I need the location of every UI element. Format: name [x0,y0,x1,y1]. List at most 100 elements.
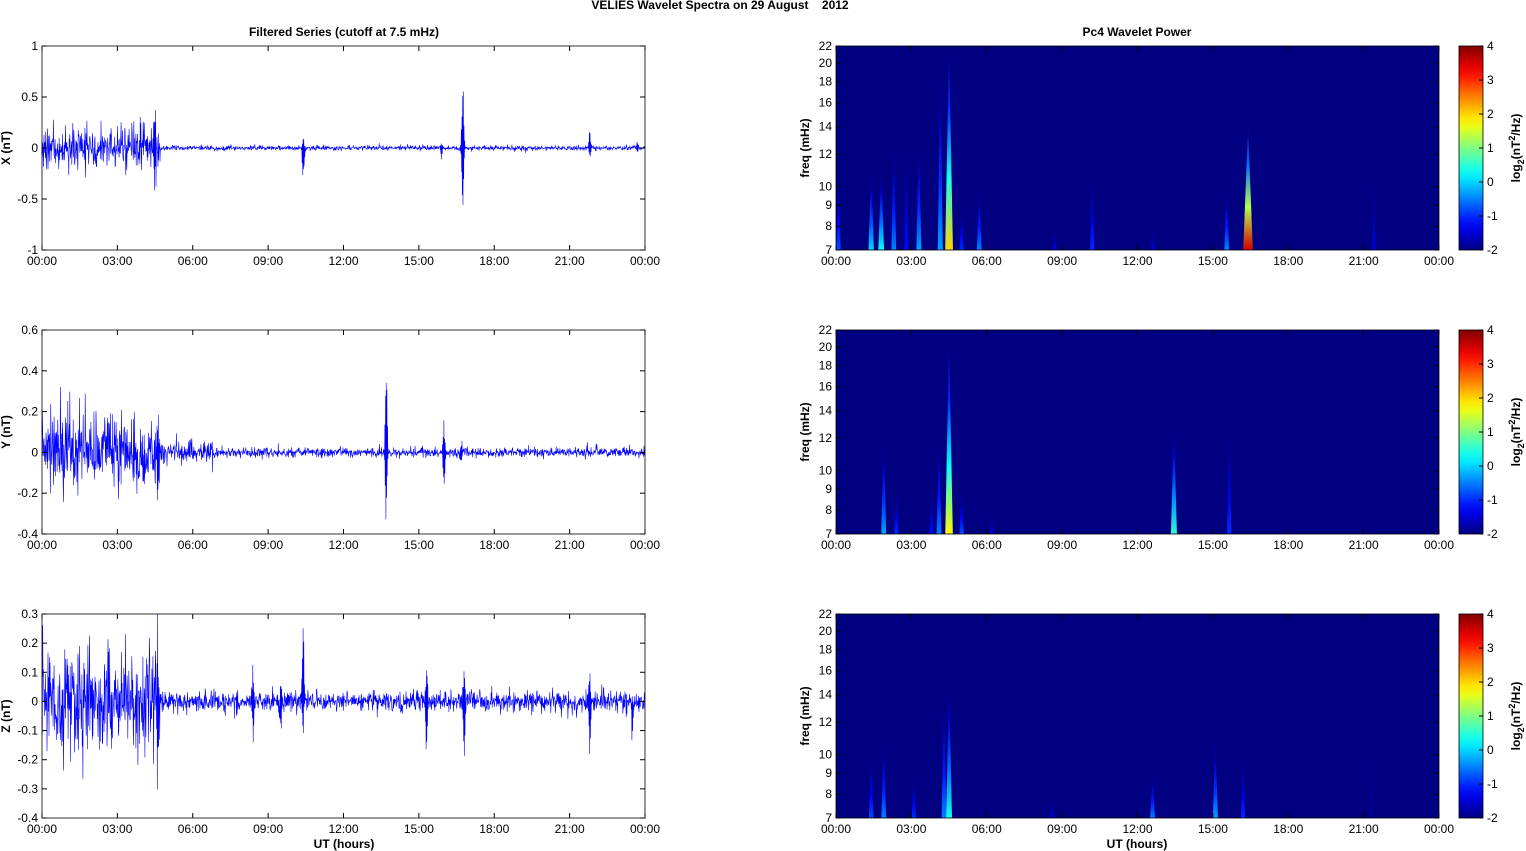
y-tick-label: 10 [819,179,833,193]
colorbar-label-part: /Hz) [1509,398,1523,420]
x-tick-label: 03:00 [102,254,132,268]
y-tick-label: 18 [819,359,833,373]
colorbar-tick-label: 4 [1487,323,1494,337]
y-tick-label: 12 [819,431,833,445]
x-tick-label: 12:00 [328,822,358,836]
y-tick-label: 0.1 [21,665,38,679]
spectrogram-background [836,614,1439,818]
colorbar: -2 -1 0 1 2 3 4 log2(nT2/Hz) [1458,607,1526,825]
y-tick-label: 20 [819,624,833,638]
y-tick-label: 0.2 [21,405,38,419]
x-tick-label: 15:00 [404,822,434,836]
y-tick-label: 20 [819,340,833,354]
colorbar-tick-label: 1 [1487,709,1494,723]
figure: VELIES Wavelet Spectra on 29 August 2012… [0,0,1526,851]
x-tick-label: 12:00 [1122,254,1152,268]
colorbar-tick-label: -2 [1487,811,1498,825]
x-tick-label: 12:00 [328,254,358,268]
colorbar: -2 -1 0 1 2 3 4 log2(nT2/Hz) [1458,323,1526,541]
x-tick-label: 09:00 [1047,254,1077,268]
colorbar-tick-label: -2 [1487,527,1498,541]
y-axis-label: Y (nT) [0,415,13,449]
spectrogram-background [836,330,1439,534]
timeseries-panel-x: -1-0.500.5100:00 03:00 06:00 09:00 12:00 15:0… [0,39,660,268]
colorbar-tick-label: 2 [1487,391,1494,405]
y-tick-label: 0.4 [21,364,38,378]
colorbar-tick-label: 3 [1487,73,1494,87]
x-tick-label: 15:00 [1198,538,1228,552]
colorbar-tick-label: 1 [1487,141,1494,155]
y-axis-label: Z (nT) [0,699,13,732]
x-tick-label: 00:00 [821,254,851,268]
colorbar-tick-label: 0 [1487,459,1494,473]
y-tick-label: 8 [825,503,832,517]
x-tick-label: 00:00 [27,538,57,552]
x-tick-label: 00:00 [1424,822,1454,836]
y-tick-label: 12 [819,715,833,729]
x-tick-label: 00:00 [27,254,57,268]
y-tick-label: 8 [825,219,832,233]
y-tick-label: 1 [31,39,38,53]
x-tick-label: 12:00 [1122,538,1152,552]
x-tick-label: 18:00 [1273,822,1303,836]
plot-area [42,330,645,534]
colorbar-label-part: (nT [1509,140,1523,159]
y-tick-label: 14 [819,688,833,702]
colorbar-tick-label: -2 [1487,243,1498,257]
colorbar-tick-label: 2 [1487,107,1494,121]
colorbar: -2 -1 0 1 2 3 4 log2(nT2/Hz) [1458,39,1526,257]
colorbar-label-part: (nT [1509,708,1523,727]
figure-title: VELIES Wavelet Spectra on 29 August 2012 [591,0,849,12]
x-tick-label: 06:00 [972,254,1002,268]
x-tick-label: 18:00 [1273,254,1303,268]
x-tick-label: 03:00 [896,538,926,552]
x-tick-label: 18:00 [479,254,509,268]
x-tick-label: 09:00 [253,254,283,268]
x-tick-label: 15:00 [404,538,434,552]
colorbar-tick-label: -1 [1487,493,1498,507]
y-axis-label: X (nT) [0,131,13,165]
freq-axis-label: freq (mHz) [798,402,812,461]
x-tick-label: 00:00 [630,254,660,268]
x-tick-label: 03:00 [102,538,132,552]
x-tick-label: 00:00 [630,822,660,836]
x-axis-label-right: UT (hours) [1107,837,1168,851]
colorbar-label-part: log [1509,732,1523,750]
y-tick-label: 20 [819,56,833,70]
x-tick-label: 15:00 [1198,822,1228,836]
freq-axis-label: freq (mHz) [798,686,812,745]
y-tick-label: 0.2 [21,636,38,650]
timeseries-panel-y: -0.4-0.200.20.40.600:00 03:00 06:00 09:00 12… [0,323,660,552]
x-tick-label: 18:00 [479,822,509,836]
colorbar-tick-label: 2 [1487,675,1494,689]
x-axis-label-left: UT (hours) [314,837,375,851]
x-tick-label: 21:00 [555,254,585,268]
freq-axis-label: freq (mHz) [798,118,812,177]
y-tick-label: 18 [819,643,833,657]
y-tick-label: 22 [819,39,833,53]
y-tick-label: -0.2 [17,486,38,500]
x-tick-label: 21:00 [1349,538,1379,552]
timeseries-panel-z: -0.4-0.3-0.2-0.100.10.20.300:00 03:00 06:0… [0,607,660,836]
y-tick-label: -0.1 [17,724,38,738]
y-tick-label: 9 [825,766,832,780]
x-tick-label: 00:00 [821,822,851,836]
y-tick-label: 16 [819,96,833,110]
y-tick-label: 8 [825,787,832,801]
colorbar-label-part: /Hz) [1509,682,1523,704]
spectrogram-panel-2: 7891012141618202200:00 03:00 06:00 09:00 12:… [798,323,1526,552]
colorbar-tick-label: 3 [1487,357,1494,371]
y-tick-label: 0 [31,445,38,459]
x-tick-label: 00:00 [630,538,660,552]
x-tick-label: 09:00 [1047,538,1077,552]
x-tick-label: 00:00 [1424,538,1454,552]
x-tick-label: 09:00 [253,538,283,552]
y-tick-label: 16 [819,380,833,394]
x-tick-label: 18:00 [479,538,509,552]
colorbar-tick-label: 1 [1487,425,1494,439]
plot-area [42,614,645,818]
colorbar-tick-label: 3 [1487,641,1494,655]
colorbar-tick-label: -1 [1487,777,1498,791]
y-tick-label: 22 [819,323,833,337]
colorbar-tick-label: 4 [1487,607,1494,621]
